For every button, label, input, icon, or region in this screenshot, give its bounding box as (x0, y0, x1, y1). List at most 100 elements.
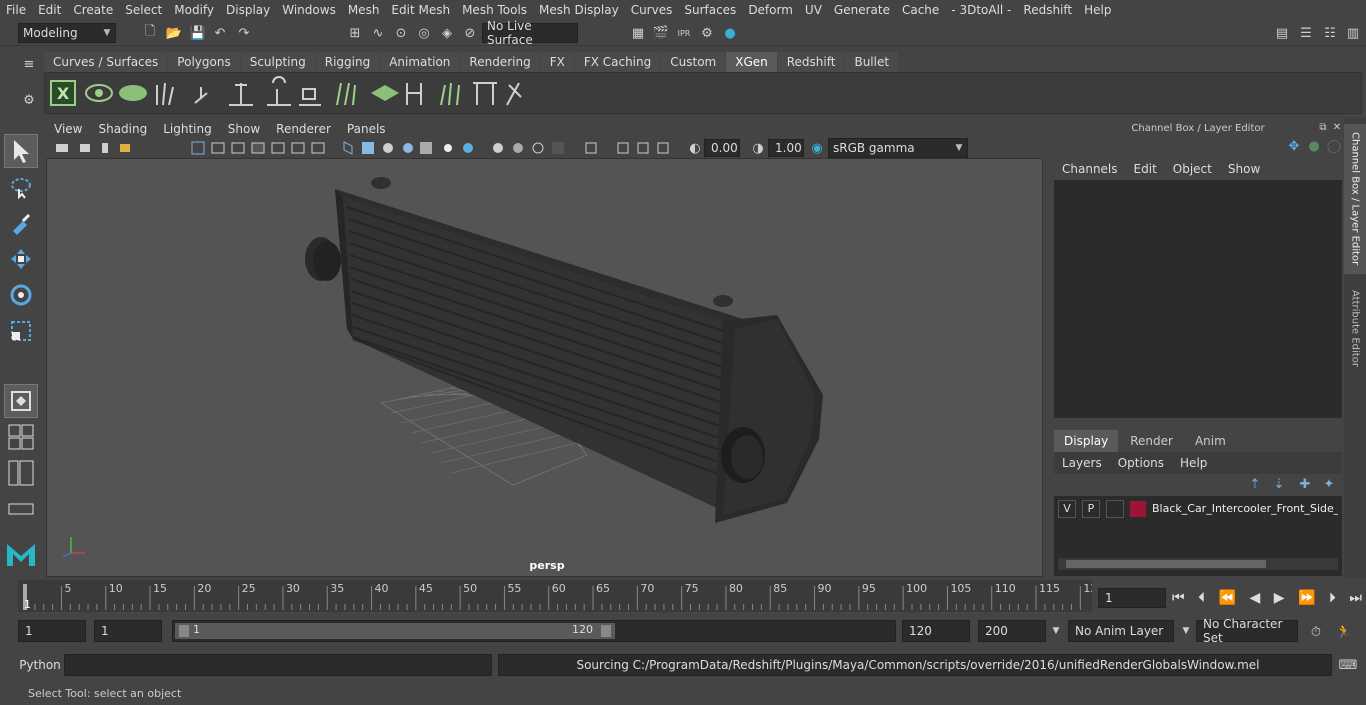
channel-box-menu-object[interactable]: Object (1165, 160, 1220, 178)
save-scene-icon[interactable]: 💾 (188, 23, 208, 43)
range-slider[interactable]: 1 120 (172, 620, 896, 642)
menu-mesh[interactable]: Mesh (342, 3, 386, 17)
panel-menu-lighting[interactable]: Lighting (155, 122, 220, 136)
range-start-handle[interactable] (179, 625, 189, 637)
menu-3dtoall[interactable]: - 3DtoAll - (945, 3, 1017, 17)
hypershade-icon[interactable]: ● (720, 23, 740, 43)
rotate-tool[interactable] (4, 278, 38, 312)
menu-modify[interactable]: Modify (168, 3, 220, 17)
shelf-tab-fx[interactable]: FX (540, 52, 574, 72)
go-to-end-icon[interactable]: ⏭ (1349, 590, 1362, 606)
undo-icon[interactable]: ↶ (210, 23, 230, 43)
menu-cache[interactable]: Cache (896, 3, 945, 17)
shelf-tab-rigging[interactable]: Rigging (315, 52, 380, 72)
move-tool[interactable] (4, 242, 38, 276)
panel-menu-panels[interactable]: Panels (339, 122, 394, 136)
move-layer-down-icon[interactable]: ⇣ (1270, 476, 1288, 492)
lasso-tool[interactable] (4, 170, 38, 204)
layer-menu-help[interactable]: Help (1172, 456, 1215, 470)
layer-tab-render[interactable]: Render (1120, 430, 1183, 452)
viewport[interactable]: persp (46, 158, 1043, 577)
layer-row[interactable]: V P Black_Car_Intercooler_Front_Side_Pip (1058, 500, 1338, 518)
render-settings-icon[interactable]: ⚙ (697, 23, 717, 43)
command-language-toggle[interactable]: Python (18, 654, 62, 676)
shelf-tab-xgen[interactable]: XGen (726, 52, 777, 72)
step-forward-icon[interactable]: ⏵ (1329, 590, 1336, 606)
anim-preferences-icon[interactable]: 🏃 (1334, 622, 1354, 642)
menu-redshift[interactable]: Redshift (1017, 3, 1078, 17)
step-back-key-icon[interactable]: ⏪ (1219, 590, 1236, 606)
float-panel-icon[interactable]: ⧉ (1316, 120, 1330, 134)
menu-deform[interactable]: Deform (742, 3, 799, 17)
shelf-tab-animation[interactable]: Animation (380, 52, 460, 72)
panel-menu-shading[interactable]: Shading (90, 122, 155, 136)
character-set-field[interactable]: No Character Set (1196, 617, 1298, 645)
channel-box-menu-channels[interactable]: Channels (1054, 160, 1126, 178)
time-slider[interactable]: 5 10 15 20 25 30 35 40 45 50 55 60 65 70 75 80 85 90 95 100… (18, 580, 1097, 612)
four-view-layout[interactable] (4, 420, 38, 454)
channel-box-menu-edit[interactable]: Edit (1126, 160, 1165, 178)
chevron-down-icon[interactable]: ▼ (1050, 624, 1062, 638)
move-layer-up-icon[interactable]: ⇡ (1246, 476, 1264, 492)
select-tool[interactable] (4, 134, 38, 168)
shelf-settings-gear-icon[interactable]: ⚙ (19, 90, 39, 110)
shelf-tab-sculpting[interactable]: Sculpting (240, 52, 315, 72)
menu-uv[interactable]: UV (799, 3, 828, 17)
layer-tab-display[interactable]: Display (1054, 430, 1119, 452)
menu-help[interactable]: Help (1078, 3, 1117, 17)
attribute-editor-icon[interactable]: ☰ (1296, 23, 1316, 43)
outliner-layout[interactable] (4, 456, 38, 490)
new-layer-icon[interactable]: ✚ (1296, 476, 1314, 492)
render-frame-icon[interactable]: 🎬 (651, 23, 671, 43)
speed-icon[interactable]: ● (1306, 138, 1322, 154)
layer-visibility-toggle[interactable]: V (1058, 500, 1076, 518)
menu-display[interactable]: Display (220, 3, 276, 17)
panel-menu-view[interactable]: View (46, 122, 90, 136)
menu-surfaces[interactable]: Surfaces (678, 3, 742, 17)
scrollbar-thumb[interactable] (1066, 560, 1266, 568)
side-tab-channel-box[interactable]: Channel Box / Layer Editor (1344, 124, 1366, 274)
menu-curves[interactable]: Curves (625, 3, 679, 17)
range-slider-bar-fill[interactable]: 1 120 (175, 623, 615, 639)
end-time-field[interactable]: 200 (978, 620, 1046, 642)
go-to-start-icon[interactable]: ⏮ (1172, 590, 1185, 606)
shelf-tab-polygons[interactable]: Polygons (168, 52, 240, 72)
snap-live-icon[interactable]: ⊘ (460, 23, 480, 43)
auto-key-icon[interactable]: ⏱ (1306, 622, 1326, 642)
step-back-icon[interactable]: ⏴ (1198, 590, 1205, 606)
graph-layout[interactable] (4, 492, 38, 526)
panel-menu-show[interactable]: Show (220, 122, 268, 136)
layer-menu-layers[interactable]: Layers (1054, 456, 1110, 470)
step-forward-key-icon[interactable]: ⏩ (1298, 590, 1315, 606)
layer-color-swatch[interactable] (1130, 501, 1146, 517)
mode-dropdown[interactable]: Modeling ▼ (18, 23, 116, 43)
script-editor-icon[interactable]: ⌨ (1338, 656, 1358, 674)
hyper-icon[interactable]: ◯ (1326, 138, 1342, 154)
gamma-icon[interactable]: ◑ (749, 139, 767, 157)
workspace-icon[interactable]: ▤ (1272, 23, 1292, 43)
layer-tab-anim[interactable]: Anim (1184, 430, 1236, 452)
exposure-field[interactable]: 0.00 (704, 139, 740, 157)
paint-select-tool[interactable] (4, 206, 38, 240)
color-space-dropdown[interactable]: sRGB gamma ▼ (828, 138, 968, 158)
scale-tool[interactable] (4, 314, 38, 348)
single-view-layout[interactable] (4, 384, 38, 418)
start-time-field[interactable]: 1 (18, 620, 86, 642)
menu-windows[interactable]: Windows (276, 3, 342, 17)
snap-curve-icon[interactable]: ∿ (368, 23, 388, 43)
anim-layer-field[interactable]: No Anim Layer (1068, 620, 1174, 642)
menu-mesh-display[interactable]: Mesh Display (533, 3, 625, 17)
shelf-tab-rendering[interactable]: Rendering (460, 52, 540, 72)
menu-file[interactable]: File (0, 3, 32, 17)
layer-type-toggle[interactable] (1106, 500, 1124, 518)
current-frame-field[interactable]: 1 (1098, 588, 1166, 608)
shelf-tab-bullet[interactable]: Bullet (845, 52, 899, 72)
snap-view-icon[interactable]: ◎ (414, 23, 434, 43)
channel-box-menu-show[interactable]: Show (1220, 160, 1268, 178)
gamma-field[interactable]: 1.00 (768, 139, 804, 157)
chevron-down-icon[interactable]: ▼ (1180, 624, 1192, 638)
menu-create[interactable]: Create (67, 3, 119, 17)
channel-box-icon[interactable]: ▥ (1343, 23, 1363, 43)
shelf-tab-curves-surfaces[interactable]: Curves / Surfaces (44, 52, 168, 72)
ipr-render-icon[interactable]: IPR (674, 23, 694, 43)
